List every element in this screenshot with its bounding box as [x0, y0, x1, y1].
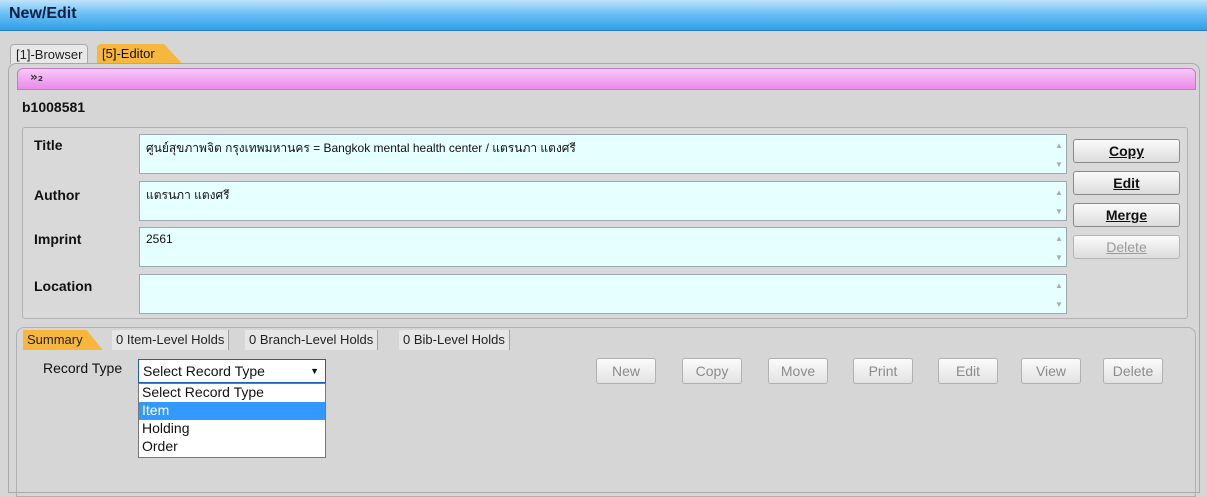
tab-item-level-holds[interactable]: 0 Item-Level Holds	[112, 330, 230, 350]
option-order[interactable]: Order	[139, 438, 325, 456]
scroll-down-icon[interactable]: ▼	[1055, 207, 1063, 216]
imprint-value: 2561	[146, 232, 173, 246]
scroll-down-icon[interactable]: ▼	[1055, 300, 1063, 309]
location-field[interactable]: ▲ ▼	[139, 274, 1067, 314]
option-item[interactable]: Item	[139, 402, 325, 420]
record-header-bar: »₂	[17, 68, 1196, 90]
merge-record-button[interactable]: Merge	[1073, 203, 1180, 227]
scroll-up-icon[interactable]: ▲	[1055, 188, 1063, 197]
print-button[interactable]: Print	[853, 358, 913, 384]
title-value: ศูนย์สุขภาพจิต กรุงเทพมหานคร = Bangkok m…	[146, 141, 576, 155]
scroll-up-icon[interactable]: ▲	[1055, 234, 1063, 243]
new-button[interactable]: New	[596, 358, 656, 384]
author-value: แตรนภา แตงศรี	[146, 188, 230, 202]
option-select-record-type[interactable]: Select Record Type	[139, 384, 325, 402]
copy-record-button[interactable]: Copy	[1073, 139, 1180, 163]
copy-button[interactable]: Copy	[682, 358, 742, 384]
record-type-select[interactable]: Select Record Type ▼	[138, 359, 326, 383]
copy-label: Copy	[1109, 143, 1144, 159]
merge-label: Merge	[1105, 207, 1148, 223]
delete-label: Delete	[1106, 239, 1147, 255]
author-scrollbar[interactable]: ▲ ▼	[1052, 182, 1066, 220]
imprint-field[interactable]: 2561 ▲ ▼	[139, 227, 1067, 267]
scroll-down-icon[interactable]: ▼	[1055, 253, 1063, 262]
location-label: Location	[34, 278, 93, 294]
author-field[interactable]: แตรนภา แตงศรี ▲ ▼	[139, 181, 1067, 221]
imprint-label: Imprint	[34, 231, 82, 247]
move-button[interactable]: Move	[768, 358, 828, 384]
delete-record-button[interactable]: Delete	[1073, 235, 1180, 259]
delete-button[interactable]: Delete	[1103, 358, 1163, 384]
author-label: Author	[34, 187, 80, 203]
tab-editor[interactable]: [5]-Editor	[97, 44, 183, 64]
imprint-scrollbar[interactable]: ▲ ▼	[1052, 228, 1066, 266]
window-title: New/Edit	[9, 5, 77, 22]
record-type-label: Record Type	[43, 360, 123, 376]
tab-branch-level-holds[interactable]: 0 Branch-Level Holds	[245, 330, 379, 350]
scroll-up-icon[interactable]: ▲	[1055, 141, 1063, 150]
edit-button[interactable]: Edit	[938, 358, 998, 384]
edit-label: Edit	[1113, 175, 1140, 191]
view-button[interactable]: View	[1021, 358, 1081, 384]
scroll-up-icon[interactable]: ▲	[1055, 281, 1063, 290]
tab-bib-level-holds[interactable]: 0 Bib-Level Holds	[399, 330, 510, 350]
chevron-down-icon[interactable]: ▼	[310, 360, 319, 382]
record-type-selected: Select Record Type	[143, 363, 265, 379]
window-titlebar: New/Edit	[0, 0, 1207, 31]
scroll-down-icon[interactable]: ▼	[1055, 160, 1063, 169]
record-type-dropdown: Select Record Type Item Holding Order	[138, 383, 326, 458]
title-scrollbar[interactable]: ▲ ▼	[1052, 135, 1066, 173]
edit-record-button[interactable]: Edit	[1073, 171, 1180, 195]
expand-marker[interactable]: »₂	[30, 70, 43, 84]
title-field[interactable]: ศูนย์สุขภาพจิต กรุงเทพมหานคร = Bangkok m…	[139, 134, 1067, 174]
tab-browser[interactable]: [1]-Browser	[10, 44, 89, 64]
title-label: Title	[34, 137, 63, 153]
record-id: b1008581	[22, 99, 86, 115]
location-scrollbar[interactable]: ▲ ▼	[1052, 275, 1066, 313]
option-holding[interactable]: Holding	[139, 420, 325, 438]
